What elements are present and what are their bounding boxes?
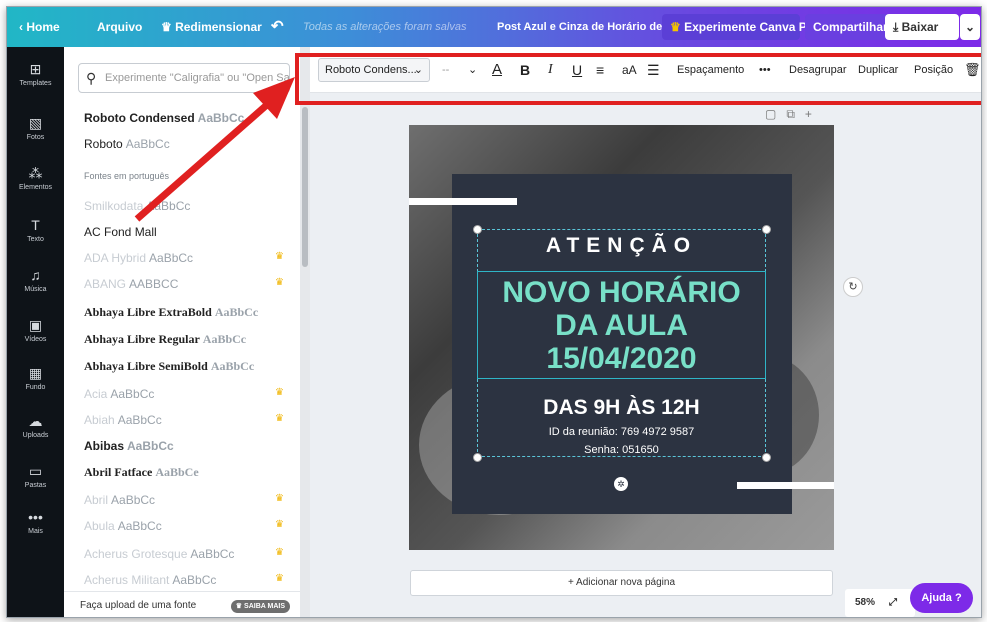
help-button[interactable]: Ajuda ? <box>910 583 973 613</box>
page-actions: ▢⧉+ <box>765 107 822 122</box>
resize-handle[interactable] <box>762 225 771 234</box>
meeting-id-text[interactable]: ID da reunião: 769 4972 9587 <box>477 426 766 438</box>
headline-line-2[interactable]: DA AULA <box>477 310 766 342</box>
rotate-icon[interactable]: ↻ <box>843 277 863 297</box>
zoom-control[interactable]: 58% ⤢ <box>845 589 915 617</box>
text-card[interactable]: ATENÇÃO NOVO HORÁRIO DA AULA 15/04/2020 … <box>452 174 792 514</box>
add-page-icon[interactable]: + <box>805 107 822 121</box>
resize-handle[interactable] <box>473 225 482 234</box>
password-text[interactable]: Senha: 051650 <box>477 444 766 456</box>
hours-text[interactable]: DAS 9H ÀS 12H <box>477 396 766 420</box>
atencao-text[interactable]: ATENÇÃO <box>477 234 766 258</box>
headline-line-3[interactable]: 15/04/2020 <box>477 343 766 375</box>
logo-icon: ✲ <box>614 477 628 491</box>
copy-page-icon[interactable]: ⧉ <box>786 107 805 121</box>
add-page-button[interactable]: + Adicionar nova página <box>410 570 833 596</box>
headline-line-1[interactable]: NOVO HORÁRIO <box>477 277 766 309</box>
decorative-bar[interactable] <box>737 482 834 489</box>
decorative-bar[interactable] <box>409 198 517 205</box>
expand-icon[interactable]: ⤢ <box>889 597 897 608</box>
note-icon[interactable]: ▢ <box>765 107 786 121</box>
canva-editor-window: ‹ Home Arquivo ♛ Redimensionar ↶ Todas a… <box>6 6 982 618</box>
design-page[interactable]: ATENÇÃO NOVO HORÁRIO DA AULA 15/04/2020 … <box>409 125 834 550</box>
